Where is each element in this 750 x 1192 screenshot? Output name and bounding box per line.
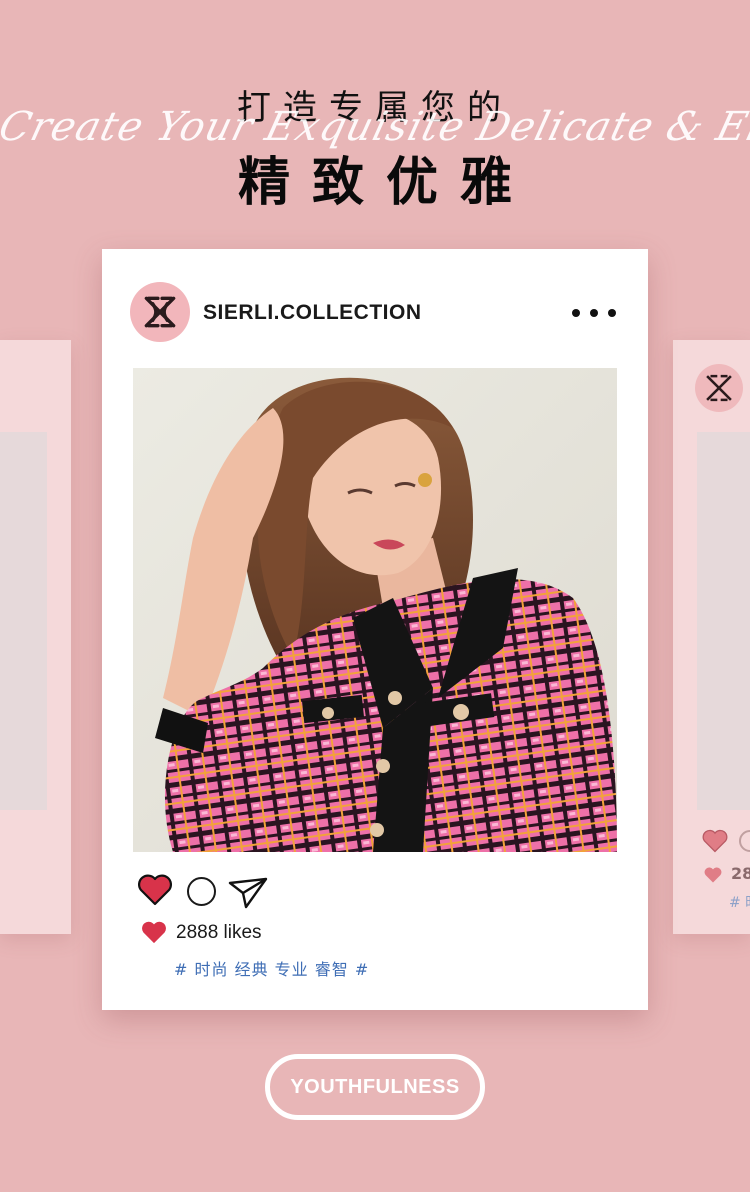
ghost-card-left [0, 340, 71, 934]
comment-icon[interactable] [187, 877, 216, 906]
heart-icon [704, 867, 722, 883]
brand-logo-icon [706, 374, 732, 402]
like-heart-icon[interactable] [137, 874, 173, 906]
ghost-card-right: 288 # 时 [673, 340, 750, 934]
heart-icon [142, 921, 166, 944]
dot [590, 309, 598, 317]
share-send-icon[interactable] [228, 875, 268, 909]
brand-logo-icon [144, 296, 176, 328]
post-photo [133, 368, 617, 852]
ghost-image-placeholder [697, 432, 750, 810]
ghost-avatar [695, 364, 743, 412]
ghost-tags-text: # 时 [729, 895, 750, 911]
ghost-likes-text: 288 [731, 864, 750, 883]
post-card: SIERLI.COLLECTION 2888 likes # 时尚 经典 专业 … [102, 249, 648, 1010]
heart-icon [702, 829, 728, 853]
hashtags[interactable]: # 时尚 经典 专业 睿智 # [174, 956, 369, 980]
likes-count: 2888 likes [176, 922, 262, 943]
comment-icon [739, 830, 750, 852]
model-photo-illustration [133, 368, 617, 852]
headline-main: 精致优雅 [237, 153, 534, 213]
youthfulness-button[interactable]: YOUTHFULNESS [265, 1054, 485, 1120]
ghost-image-placeholder [0, 432, 47, 810]
dot [572, 309, 580, 317]
dot [608, 309, 616, 317]
account-username[interactable]: SIERLI.COLLECTION [203, 301, 422, 325]
more-options-icon[interactable] [572, 301, 616, 325]
avatar[interactable] [130, 282, 190, 342]
